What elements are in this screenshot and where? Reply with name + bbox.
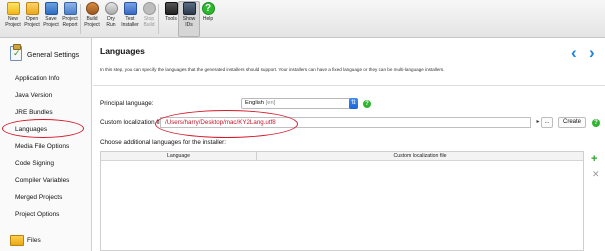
open-project-icon bbox=[25, 2, 39, 15]
main-panel: Languages In this step, you can specify … bbox=[93, 38, 605, 251]
dry-run-icon bbox=[104, 2, 118, 15]
dry-run-button[interactable]: Dry Run bbox=[103, 2, 119, 28]
build-project-icon bbox=[85, 2, 99, 15]
new-project-button[interactable]: New Project bbox=[5, 2, 21, 28]
clipboard-check-icon bbox=[10, 44, 22, 61]
principal-language-label: Principal language: bbox=[100, 100, 154, 107]
save-project-button[interactable]: Save Project bbox=[43, 2, 59, 28]
page-title: Languages bbox=[100, 46, 145, 56]
help-icon[interactable]: ? bbox=[363, 100, 371, 108]
column-header-custom-localization-file[interactable]: Custom localization file bbox=[257, 152, 583, 161]
previous-step-icon[interactable]: ‹ bbox=[571, 44, 577, 61]
toolbar-separator bbox=[158, 4, 159, 34]
principal-language-select[interactable]: English [en] ⇅ bbox=[241, 98, 358, 109]
create-button[interactable]: Create bbox=[558, 117, 586, 128]
browse-button[interactable]: ... bbox=[541, 117, 553, 128]
principal-language-value: English bbox=[245, 100, 265, 106]
sidebar-section-title: General Settings bbox=[27, 52, 80, 59]
page-description: In this step, you can specify the langua… bbox=[100, 67, 445, 72]
main-toolbar: New Project Open Project Save Project Pr… bbox=[0, 0, 605, 38]
project-report-button[interactable]: Project Report bbox=[62, 2, 78, 28]
build-project-button[interactable]: Build Project bbox=[84, 2, 100, 28]
sidebar-item-code-signing[interactable]: Code Signing bbox=[0, 155, 92, 172]
sidebar-item-project-options[interactable]: Project Options bbox=[0, 206, 92, 223]
help-icon: ? bbox=[201, 2, 215, 15]
custom-localization-field[interactable]: /Users/harry/Desktop/mac/KY2Lang.utf8 bbox=[160, 117, 531, 128]
help-button[interactable]: ? Help bbox=[200, 2, 216, 23]
languages-table[interactable]: Language Custom localization file bbox=[100, 151, 584, 251]
show-ids-icon bbox=[182, 2, 196, 15]
test-installer-icon bbox=[123, 2, 137, 15]
principal-language-code: [en] bbox=[265, 100, 276, 106]
sidebar-item-java-version[interactable]: Java Version bbox=[0, 87, 92, 104]
project-report-label: Project Report bbox=[62, 16, 78, 28]
remove-icon[interactable]: ✕ bbox=[592, 170, 600, 179]
tools-icon bbox=[164, 2, 178, 15]
sidebar-section-general-settings[interactable]: General Settings bbox=[0, 44, 92, 68]
sidebar-section-files[interactable]: Files bbox=[0, 232, 92, 249]
column-header-language[interactable]: Language bbox=[101, 152, 256, 161]
additional-languages-label: Choose additional languages for the inst… bbox=[100, 139, 227, 146]
new-project-icon bbox=[6, 2, 20, 15]
help-label: Help bbox=[202, 16, 214, 22]
sidebar-item-languages[interactable]: Languages bbox=[0, 121, 92, 138]
help-icon[interactable]: ? bbox=[592, 119, 600, 127]
tools-button[interactable]: Tools bbox=[163, 2, 179, 23]
stop-build-label: Stop Build bbox=[143, 16, 155, 28]
sidebar: General Settings Application Info Java V… bbox=[0, 38, 92, 251]
show-ids-button[interactable]: Show IDs bbox=[181, 2, 197, 28]
page-header: Languages In this step, you can specify … bbox=[93, 38, 605, 86]
stop-build-icon bbox=[142, 2, 156, 15]
chevron-updown-icon: ⇅ bbox=[349, 98, 358, 109]
add-icon[interactable]: + bbox=[591, 154, 597, 165]
custom-localization-label: Custom localization file: bbox=[100, 119, 167, 126]
test-installer-button[interactable]: Test Installer bbox=[121, 2, 139, 28]
sidebar-item-merged-projects[interactable]: Merged Projects bbox=[0, 189, 92, 206]
stop-build-button[interactable]: Stop Build bbox=[141, 2, 157, 28]
open-project-button[interactable]: Open Project bbox=[24, 2, 40, 28]
sidebar-item-application-info[interactable]: Application Info bbox=[0, 70, 92, 87]
sidebar-item-media-file-options[interactable]: Media File Options bbox=[0, 138, 92, 155]
sidebar-item-jre-bundles[interactable]: JRE Bundles bbox=[0, 104, 92, 121]
sidebar-item-compiler-variables[interactable]: Compiler Variables bbox=[0, 172, 92, 189]
save-project-icon bbox=[44, 2, 58, 15]
project-report-icon bbox=[63, 2, 77, 15]
next-step-icon[interactable]: › bbox=[589, 44, 595, 61]
